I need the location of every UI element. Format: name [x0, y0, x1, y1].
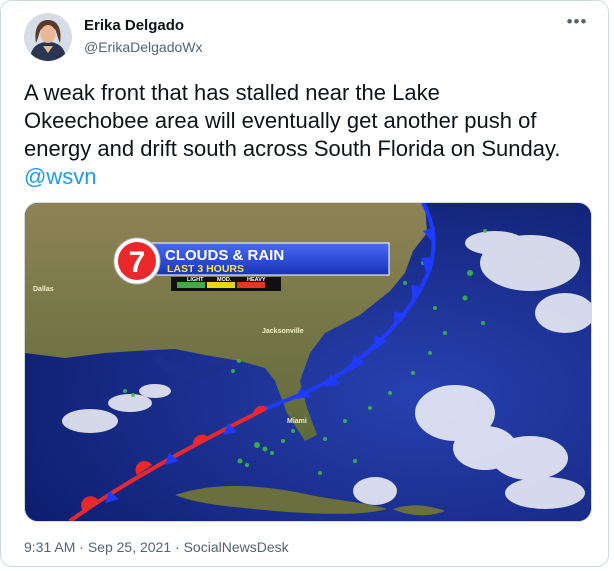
- city-label: Jacksonville: [262, 328, 304, 335]
- graphic-title: CLOUDS & RAIN: [165, 247, 284, 264]
- tweet-text-line: A weak front that has stalled near the L…: [24, 80, 440, 105]
- city-label: Miami: [287, 418, 307, 425]
- more-horizontal-icon[interactable]: •••: [564, 12, 590, 34]
- tweet-text: A weak front that has stalled near the L…: [24, 79, 599, 191]
- mention-link[interactable]: @wsvn: [24, 164, 96, 189]
- tweet-time[interactable]: 9:31 AM: [24, 539, 75, 555]
- meta-separator: ·: [175, 539, 180, 555]
- tweet-source[interactable]: SocialNewsDesk: [184, 539, 289, 555]
- station-logo: 7: [129, 246, 146, 279]
- graphic-subtitle: LAST 3 HOURS: [167, 263, 244, 275]
- weather-map-image[interactable]: Jacksonville Miami Dallas LIGHT MOD. HEA…: [24, 202, 592, 522]
- weather-map-graphic: Jacksonville Miami Dallas LIGHT MOD. HEA…: [25, 203, 591, 521]
- meta-separator: ·: [79, 539, 84, 555]
- legend-light: LIGHT: [187, 277, 204, 283]
- city-label: Dallas: [33, 286, 54, 293]
- tweet-card: Erika Delgado @ErikaDelgadoWx ••• A weak…: [0, 0, 609, 567]
- tweet-text-line: Okeechobee area will eventually get anot…: [24, 108, 537, 133]
- author-avatar[interactable]: [24, 13, 72, 61]
- tweet-text-line: energy and drift south across South Flor…: [24, 136, 561, 161]
- tweet-date[interactable]: Sep 25, 2021: [88, 539, 171, 555]
- legend-moderate: MOD.: [217, 277, 232, 283]
- legend-heavy: HEAVY: [247, 277, 266, 283]
- tweet-meta: 9:31 AM · Sep 25, 2021 · SocialNewsDesk: [24, 539, 289, 555]
- author-handle[interactable]: @ErikaDelgadoWx: [84, 39, 202, 55]
- author-name[interactable]: Erika Delgado: [84, 17, 184, 34]
